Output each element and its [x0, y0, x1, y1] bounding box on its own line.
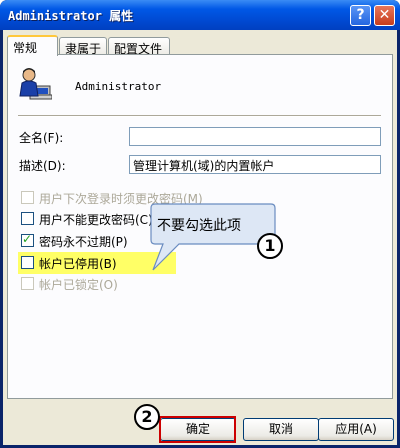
user-name: Administrator [75, 80, 162, 93]
tab-profile[interactable]: 配置文件 [108, 37, 170, 56]
ok-highlight [159, 416, 236, 443]
callout-text: 不要勾选此项 [157, 218, 241, 234]
window-title: Administrator 属性 [8, 9, 134, 23]
must-change-password-checkbox[interactable] [21, 191, 34, 204]
account-disabled-checkbox[interactable] [21, 256, 34, 269]
apply-button[interactable]: 应用(A) [318, 418, 394, 441]
fullname-input[interactable] [129, 127, 381, 146]
tab-general[interactable]: 常规 [7, 35, 58, 56]
fullname-label: 全名(F): [19, 131, 64, 145]
marker-1: 1 [257, 233, 283, 259]
separator [18, 115, 381, 117]
title-bar[interactable]: Administrator 属性 ? ✕ [0, 0, 400, 30]
password-never-expires-label: 密码永不过期(P) [39, 235, 128, 249]
help-button[interactable]: ? [350, 5, 371, 26]
checkmark-icon: ✓ [22, 232, 33, 246]
description-input[interactable]: 管理计算机(域)的内置帐户 [129, 155, 381, 174]
tab-member-of[interactable]: 隶属于 [59, 37, 107, 56]
cannot-change-password-checkbox[interactable] [21, 212, 34, 225]
account-locked-checkbox[interactable] [21, 277, 34, 290]
description-label: 描述(D): [19, 159, 66, 173]
account-locked-label: 帐户已锁定(O) [39, 278, 118, 292]
cancel-button[interactable]: 取消 [243, 418, 319, 441]
user-account-icon [19, 68, 52, 100]
marker-2: 2 [134, 404, 160, 430]
properties-window: Administrator 属性 ? ✕ 常规 隶属于 配置文件 Adminis… [0, 0, 400, 448]
password-never-expires-checkbox[interactable]: ✓ [21, 232, 34, 247]
account-disabled-label: 帐户已停用(B) [39, 257, 117, 271]
dialog-body: 常规 隶属于 配置文件 Administrator 全名(F): 描述(D): … [3, 30, 397, 445]
close-button[interactable]: ✕ [374, 5, 395, 26]
